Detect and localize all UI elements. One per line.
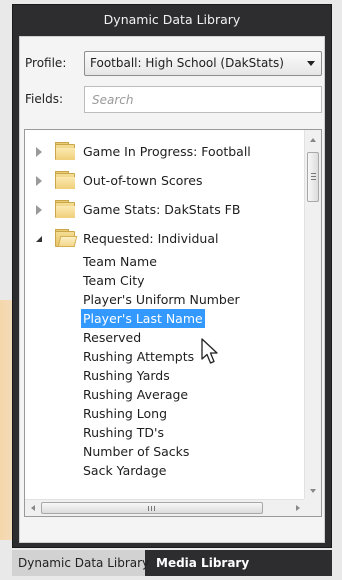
- field-item[interactable]: Team Name: [81, 252, 159, 271]
- field-item[interactable]: Sack Yardage: [81, 461, 168, 480]
- field-item-selected[interactable]: Player's Last Name: [81, 309, 205, 328]
- panel-title: Dynamic Data Library: [103, 12, 241, 27]
- fields-label: Fields:: [25, 92, 63, 106]
- horizontal-scroll-thumb[interactable]: [41, 502, 263, 514]
- tree-folder-label: Game In Progress: Football: [83, 144, 251, 159]
- panel-body: Profile: Football: High School (DakStats…: [19, 36, 325, 543]
- folder-icon: [55, 142, 77, 161]
- field-item[interactable]: Rushing Attempts: [81, 347, 196, 366]
- field-item[interactable]: Rushing Average: [81, 385, 190, 404]
- collapse-arrow-icon[interactable]: [36, 236, 42, 242]
- tree-folder-requested-individual[interactable]: Requested: Individual: [25, 228, 295, 250]
- tab-dynamic-data-library[interactable]: Dynamic Data Library: [12, 550, 149, 576]
- horizontal-scrollbar[interactable]: [25, 499, 306, 516]
- open-folder-icon: [55, 229, 78, 248]
- scroll-right-icon[interactable]: [296, 505, 300, 511]
- scroll-down-icon[interactable]: [310, 489, 316, 493]
- tree-folder-game-stats[interactable]: Game Stats: DakStats FB: [25, 199, 295, 221]
- field-item[interactable]: Player's Uniform Number: [81, 290, 242, 309]
- chevron-down-icon: [307, 61, 315, 66]
- tree-folder-label: Requested: Individual: [83, 231, 219, 246]
- field-item[interactable]: Rushing Long: [81, 404, 169, 423]
- field-item[interactable]: Rushing Yards: [81, 366, 172, 385]
- scroll-corner: [304, 499, 321, 516]
- field-item[interactable]: Rushing TD's: [81, 423, 166, 442]
- field-item[interactable]: Number of Sacks: [81, 442, 191, 461]
- folder-icon: [55, 200, 77, 219]
- tab-media-library[interactable]: Media Library: [150, 550, 250, 576]
- field-item[interactable]: Reserved: [81, 328, 143, 347]
- field-tree: Game In Progress: Football Out-of-town S…: [24, 129, 322, 517]
- field-item[interactable]: Team City: [81, 271, 147, 290]
- profile-label: Profile:: [25, 56, 67, 70]
- search-input[interactable]: [84, 86, 322, 113]
- expand-arrow-icon[interactable]: [36, 147, 42, 157]
- expand-arrow-icon[interactable]: [36, 176, 42, 186]
- expand-arrow-icon[interactable]: [36, 205, 42, 215]
- profile-dropdown[interactable]: Football: High School (DakStats): [84, 51, 322, 76]
- mouse-cursor-icon: [201, 338, 218, 364]
- scroll-left-icon[interactable]: [31, 505, 35, 511]
- folder-icon: [55, 171, 77, 190]
- tree-folder-game-in-progress[interactable]: Game In Progress: Football: [25, 141, 295, 163]
- vertical-scrollbar[interactable]: [304, 130, 321, 501]
- dynamic-data-library-panel: Dynamic Data Library Profile: Football: …: [12, 4, 332, 548]
- profile-dropdown-value: Football: High School (DakStats): [90, 56, 284, 70]
- tree-folder-label: Out-of-town Scores: [83, 173, 203, 188]
- tree-folder-out-of-town-scores[interactable]: Out-of-town Scores: [25, 170, 295, 192]
- tree-folder-label: Game Stats: DakStats FB: [83, 202, 241, 217]
- vertical-scroll-thumb[interactable]: [307, 152, 319, 202]
- bottom-tab-strip: Dynamic Data Library Media Library: [12, 550, 332, 576]
- scroll-up-icon[interactable]: [310, 138, 316, 142]
